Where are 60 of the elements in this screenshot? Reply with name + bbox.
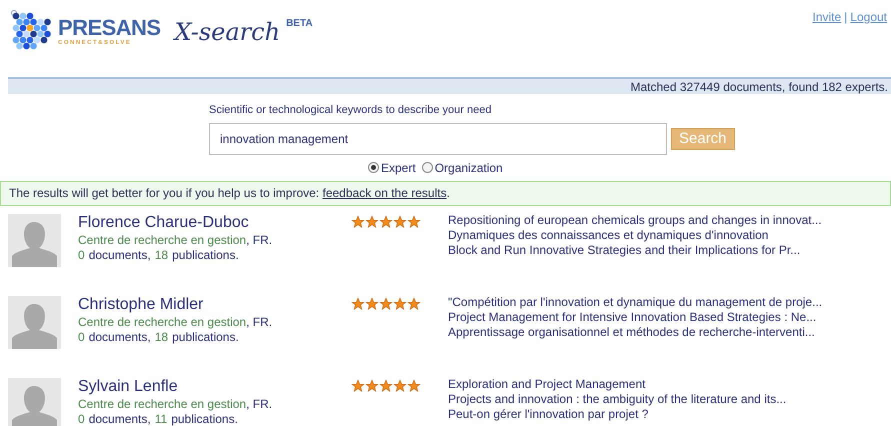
beta-label: BETA bbox=[286, 17, 313, 31]
publications-label: publications. bbox=[172, 248, 239, 262]
avatar-silhouette-icon bbox=[8, 214, 61, 266]
search-type-radio[interactable]: Expert bbox=[368, 158, 416, 176]
organization-link[interactable]: Centre de recherche en gestion bbox=[78, 314, 246, 330]
feedback-link[interactable]: feedback on the results bbox=[322, 184, 447, 202]
publication-link[interactable]: Apprentissage organisationnel et méthodes de recherche-interventi... bbox=[448, 324, 822, 340]
documents-label: documents, bbox=[88, 248, 151, 262]
star-icon bbox=[379, 214, 393, 228]
documents-count: 0 bbox=[78, 248, 85, 262]
publication-link[interactable]: Exploration and Project Management bbox=[448, 376, 786, 392]
brand-name: PRESANS bbox=[58, 16, 161, 38]
expert-name[interactable]: Christophe Midler bbox=[78, 294, 351, 314]
publication-link[interactable]: Project Management for Intensive Innovation Based Strategies : Ne... bbox=[448, 310, 822, 324]
publication-link[interactable]: "Compétition par l'innovation et dynamique du management de proje... bbox=[448, 294, 822, 310]
product-name: X-search bbox=[174, 20, 280, 44]
star-icon bbox=[365, 378, 379, 392]
country-text: , FR. bbox=[246, 232, 272, 248]
star-icon bbox=[365, 214, 379, 228]
expert-name[interactable]: Florence Charue-Duboc bbox=[78, 212, 351, 232]
country-text: , FR. bbox=[246, 396, 272, 412]
star-icon bbox=[407, 214, 421, 228]
star-icon bbox=[393, 378, 407, 392]
star-icon bbox=[351, 378, 365, 392]
feedback-text: The results will get better for you if you help us to improve: bbox=[9, 185, 320, 202]
organization-link[interactable]: Centre de recherche en gestion bbox=[78, 396, 246, 412]
publications-count: 11 bbox=[154, 412, 168, 426]
publication-link[interactable]: Repositioning of european chemicals groups and changes in innovat... bbox=[448, 212, 822, 228]
avatar-silhouette-icon bbox=[8, 378, 61, 426]
star-icon bbox=[407, 378, 421, 392]
publications-count: 18 bbox=[154, 330, 168, 344]
star-icon bbox=[379, 378, 393, 392]
publication-link[interactable]: Block and Run Innovative Strategies and their Implications for Pr... bbox=[448, 242, 822, 258]
country-text: , FR. bbox=[246, 314, 272, 330]
documents-label: documents, bbox=[88, 412, 151, 426]
star-icon bbox=[393, 296, 407, 310]
organization-link[interactable]: Centre de recherche en gestion bbox=[78, 232, 246, 248]
documents-count: 0 bbox=[78, 412, 85, 426]
search-field[interactable]: innovation management bbox=[209, 122, 667, 154]
publications-label: publications. bbox=[171, 412, 238, 426]
status-bar: Matched 327449 documents, found 182 experts. bbox=[8, 77, 891, 94]
publication-link[interactable]: Peut-on gérer l'innovation par projet ? bbox=[448, 406, 786, 422]
star-icon bbox=[351, 296, 365, 310]
star-icon bbox=[379, 296, 393, 310]
publication-link[interactable]: Projects and innovation : the ambiguity of the literature and its... bbox=[448, 392, 786, 406]
star-icon bbox=[365, 296, 379, 310]
documents-count: 0 bbox=[78, 330, 85, 344]
search-label: Scientific or technological keywords to describe your need bbox=[209, 103, 492, 118]
star-icon bbox=[351, 214, 365, 228]
publications-label: publications. bbox=[172, 330, 239, 344]
search-type-radio[interactable]: Organization bbox=[422, 158, 503, 176]
avatar-silhouette-icon bbox=[8, 296, 61, 348]
link-separator: | bbox=[844, 9, 848, 26]
feedback-end: . bbox=[446, 185, 450, 202]
expert-name[interactable]: Sylvain Lenfle bbox=[78, 376, 351, 396]
publications-count: 18 bbox=[154, 248, 168, 262]
documents-label: documents, bbox=[88, 330, 151, 344]
star-icon bbox=[407, 296, 421, 310]
publication-link[interactable]: Dynamiques des connaissances et dynamiques d'innovation bbox=[448, 228, 822, 242]
star-icon bbox=[393, 214, 407, 228]
